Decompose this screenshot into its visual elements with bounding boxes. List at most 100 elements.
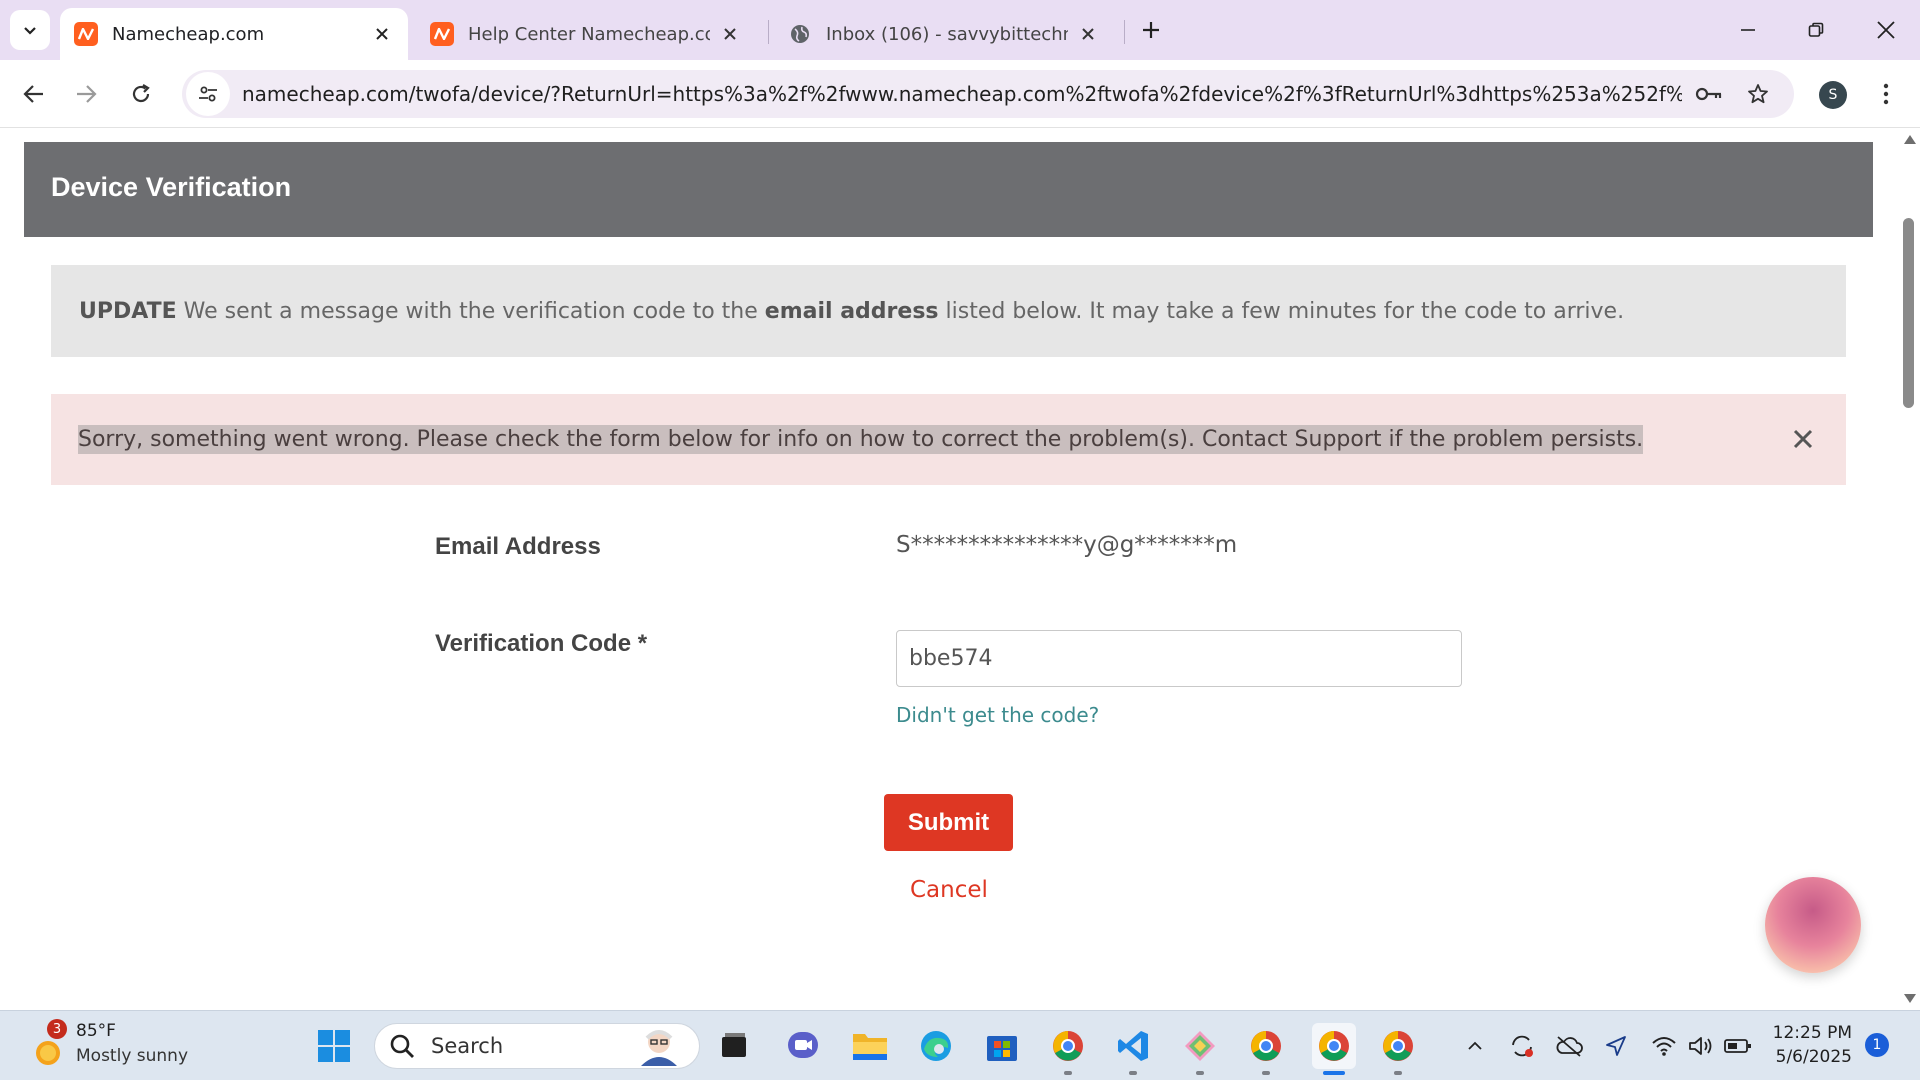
git-app[interactable] [1180, 1026, 1220, 1066]
page-header: Device Verification [24, 142, 1873, 237]
running-indicator [1262, 1071, 1270, 1075]
system-clock[interactable]: 12:25 PM 5/6/2025 [1772, 1021, 1852, 1069]
forward-button[interactable] [66, 74, 106, 114]
vscode-app[interactable] [1113, 1026, 1153, 1066]
tab-separator [768, 20, 769, 44]
tab-help-center[interactable]: Help Center Namecheap.com – [416, 8, 756, 60]
tab-inbox[interactable]: Inbox (106) - savvybittechnolog [774, 8, 1114, 60]
scroll-up-arrow[interactable] [1904, 135, 1916, 144]
chrome-icon [1319, 1031, 1349, 1061]
dismiss-error-button[interactable] [1788, 424, 1818, 454]
taskbar-search[interactable]: Search [374, 1023, 700, 1069]
notification-count-badge[interactable]: 1 [1865, 1033, 1889, 1057]
namecheap-favicon-icon [430, 22, 454, 46]
tab-search-button[interactable] [10, 10, 50, 50]
page-viewport: Device Verification UPDATE We sent a mes… [0, 129, 1920, 1010]
verification-code-label: Verification Code * [435, 630, 648, 657]
restore-icon [1808, 22, 1824, 37]
tab-separator [1124, 20, 1125, 44]
browser-toolbar: namecheap.com/twofa/device/?ReturnUrl=ht… [0, 60, 1920, 128]
chevron-down-icon [24, 27, 36, 35]
address-bar[interactable]: namecheap.com/twofa/device/?ReturnUrl=ht… [182, 70, 1794, 118]
chrome-icon [1053, 1031, 1083, 1061]
clock-date: 5/6/2025 [1775, 1047, 1852, 1067]
show-hidden-icons-button[interactable] [1460, 1031, 1490, 1061]
chrome-profile-3-app[interactable] [1378, 1026, 1418, 1066]
minimize-button[interactable] [1724, 10, 1772, 50]
microsoft-store-app[interactable] [982, 1026, 1022, 1066]
error-alert: Sorry, something went wrong. Please chec… [51, 394, 1846, 485]
sync-tray-icon[interactable] [1507, 1031, 1537, 1061]
plus-icon [1143, 22, 1159, 38]
reload-button[interactable] [121, 74, 161, 114]
wifi-icon [1652, 1037, 1676, 1056]
windows-taskbar: 3 85°F Mostly sunny Search 12:25 PM 5/6/… [0, 1010, 1920, 1080]
arrow-right-icon [77, 85, 97, 103]
page-title: Device Verification [51, 172, 292, 202]
email-address-value: S***************y@g*******m [896, 532, 1238, 558]
tab-title: Help Center Namecheap.com – [468, 23, 710, 45]
battery-tray-icon[interactable] [1723, 1031, 1753, 1061]
weather-alert-badge: 3 [47, 1019, 67, 1039]
verification-code-input[interactable] [896, 630, 1462, 687]
tab-namecheap[interactable]: Namecheap.com [60, 8, 408, 60]
location-arrow-icon [1606, 1036, 1626, 1056]
weather-description[interactable]: Mostly sunny [76, 1046, 188, 1066]
diamond-app-icon [1185, 1031, 1215, 1061]
windows-start-button[interactable] [314, 1026, 354, 1066]
file-explorer-app[interactable] [850, 1026, 890, 1066]
new-tab-button[interactable] [1135, 14, 1167, 46]
close-tab-icon[interactable] [1076, 22, 1100, 46]
scrollbar-thumb[interactable] [1903, 218, 1914, 408]
close-tab-icon[interactable] [370, 22, 394, 46]
search-label: Search [431, 1034, 504, 1058]
volume-tray-icon[interactable] [1686, 1031, 1716, 1061]
sunny-weather-icon[interactable] [30, 1033, 66, 1069]
active-app-indicator [1323, 1071, 1345, 1075]
edge-browser-app[interactable] [916, 1026, 956, 1066]
chat-assistant-button[interactable] [1765, 877, 1861, 973]
task-view-button[interactable] [714, 1026, 754, 1066]
resend-code-link[interactable]: Didn't get the code? [896, 703, 1099, 727]
close-tab-icon[interactable] [718, 22, 742, 46]
close-icon [1793, 429, 1813, 449]
password-key-button[interactable] [1689, 74, 1729, 114]
scroll-down-arrow[interactable] [1904, 994, 1916, 1003]
teams-chat-app[interactable] [783, 1026, 823, 1066]
profile-avatar[interactable]: S [1819, 81, 1847, 109]
search-icon [390, 1034, 414, 1058]
chrome-icon [1251, 1031, 1281, 1061]
folder-icon [853, 1034, 887, 1060]
onedrive-tray-icon[interactable] [1554, 1031, 1584, 1061]
chrome-profile-2-app[interactable] [1246, 1026, 1286, 1066]
running-indicator [1196, 1071, 1204, 1075]
url-text[interactable]: namecheap.com/twofa/device/?ReturnUrl=ht… [242, 82, 1682, 106]
wifi-tray-icon[interactable] [1649, 1031, 1679, 1061]
running-indicator [1394, 1071, 1402, 1075]
tab-title: Namecheap.com [112, 23, 265, 45]
reload-icon [132, 84, 150, 103]
update-notice: UPDATE We sent a message with the verifi… [51, 265, 1846, 357]
chrome-profile-active-app[interactable] [1312, 1023, 1356, 1069]
cancel-link[interactable]: Cancel [910, 877, 988, 903]
site-info-button[interactable] [186, 72, 230, 116]
email-address-label: Email Address [435, 533, 601, 560]
minimize-icon [1741, 29, 1755, 31]
chrome-icon [1383, 1031, 1413, 1061]
bookmark-button[interactable] [1738, 74, 1778, 114]
error-message: Sorry, something went wrong. Please chec… [78, 425, 1644, 454]
browser-menu-button[interactable] [1868, 76, 1904, 112]
namecheap-favicon-icon [74, 22, 98, 46]
submit-button[interactable]: Submit [884, 794, 1013, 851]
close-window-button[interactable] [1862, 10, 1910, 50]
back-button[interactable] [14, 74, 54, 114]
weather-temperature[interactable]: 85°F [76, 1021, 116, 1041]
running-indicator [1129, 1071, 1137, 1075]
battery-icon [1724, 1039, 1751, 1053]
location-tray-icon[interactable] [1601, 1031, 1631, 1061]
more-vertical-icon [1883, 83, 1889, 105]
chrome-profile-1-app[interactable] [1048, 1026, 1088, 1066]
notice-emphasis: email address [764, 298, 939, 324]
tune-icon [199, 86, 217, 102]
restore-button[interactable] [1792, 10, 1840, 50]
